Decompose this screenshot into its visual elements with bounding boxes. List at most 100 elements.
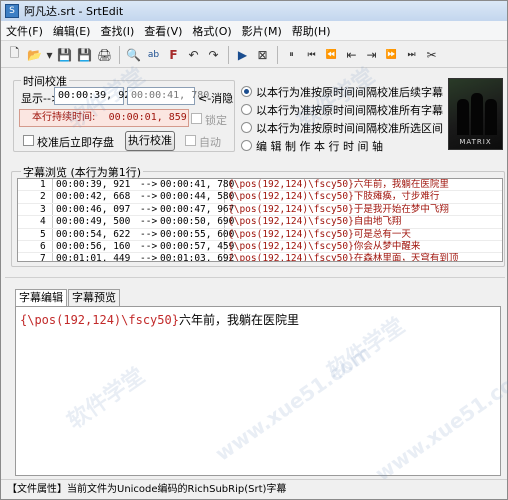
redo-icon[interactable]: ↷ <box>204 45 223 64</box>
radio-calibrate-all-label: 以本行为准按原时间间隔校准所有字幕 <box>256 104 443 117</box>
toolbar-separator <box>277 45 278 64</box>
start-time-field[interactable]: 00:00:39, 921 <box>54 87 136 105</box>
duration-value: 00:00:01, 859 <box>108 112 187 123</box>
dropdown-arrow-icon[interactable]: ▾ <box>45 45 54 64</box>
row-end-time: 00:00:57, 459 <box>160 240 235 252</box>
menu-movie[interactable]: 影片(M) <box>237 23 287 39</box>
row-number: 6 <box>40 240 46 252</box>
radio-calibrate-following-label: 以本行为准按原时间间隔校准后续字幕 <box>256 86 443 99</box>
save-as-icon[interactable]: 💾 <box>75 45 94 64</box>
subtitle-row[interactable]: 5 00:00:54, 622 --> 00:00:55, 600 {\pos(… <box>18 229 502 241</box>
fast-forward-icon[interactable]: ⏩ <box>382 45 401 64</box>
to-end-icon[interactable]: ⏭ <box>402 45 421 64</box>
row-number: 7 <box>40 253 46 262</box>
editor-tabs: 字幕编辑 字幕预览 <box>15 289 121 307</box>
to-start-icon[interactable]: ⏮ <box>302 45 321 64</box>
app-icon: S <box>5 4 19 18</box>
subtitle-row[interactable]: 7 00:01:01, 449 --> 00:01:03, 692 {\pos(… <box>18 253 502 262</box>
step-back-icon[interactable]: ⇤ <box>342 45 361 64</box>
row-number: 3 <box>40 203 46 215</box>
subtitle-row[interactable]: 2 00:00:42, 668 --> 00:00:44, 580 {\pos(… <box>18 191 502 204</box>
row-arrow: --> <box>140 253 158 262</box>
undo-icon[interactable]: ↶ <box>184 45 203 64</box>
subtitle-row[interactable]: 3 00:00:46, 097 --> 00:00:47, 967 {\pos(… <box>18 203 502 217</box>
menu-view[interactable]: 查看(V) <box>139 23 187 39</box>
splitter[interactable] <box>5 277 505 281</box>
row-start-time: 00:00:49, 500 <box>56 216 131 228</box>
duration-label: 本行持续时间: <box>32 112 96 123</box>
radio-calibrate-selection-label: 以本行为准按原时间间隔校准所选区间 <box>256 122 443 135</box>
menu-format[interactable]: 格式(O) <box>187 23 236 39</box>
row-arrow: --> <box>140 179 158 190</box>
menu-help[interactable]: 帮助(H) <box>287 23 336 39</box>
row-end-time: 00:00:50, 690 <box>160 216 235 228</box>
row-arrow: --> <box>140 191 158 203</box>
step-forward-icon[interactable]: ⇥ <box>362 45 381 64</box>
row-start-time: 00:00:46, 097 <box>56 203 131 215</box>
save-icon[interactable]: 💾 <box>55 45 74 64</box>
row-number: 1 <box>40 179 46 190</box>
frame-icon[interactable]: ⊠ <box>253 45 272 64</box>
menu-bar: 文件(F) 编辑(E) 查找(I) 查看(V) 格式(O) 影片(M) 帮助(H… <box>1 21 507 41</box>
subtitle-editor[interactable]: {\pos(192,124)\fscy50}六年前，我躺在医院里 <box>15 306 501 476</box>
status-bar: 【文件属性】当前文件为Unicode编码的RichSubRip(Srt)字幕 <box>1 479 507 499</box>
pause-icon[interactable]: ⏸ <box>282 45 301 64</box>
row-arrow: --> <box>140 228 158 240</box>
lock-checkbox[interactable] <box>191 113 202 124</box>
poster-figure <box>471 93 483 135</box>
row-arrow: --> <box>140 203 158 215</box>
end-time-field[interactable]: 00:00:41, 780 <box>127 87 209 105</box>
find-icon[interactable]: 🔍 <box>124 45 143 64</box>
radio-calibrate-following[interactable] <box>241 86 252 97</box>
row-text: {\pos(192,124)\fscy50}自由地飞翔 <box>228 216 402 228</box>
rewind-icon[interactable]: ⏪ <box>322 45 341 64</box>
toolbar-separator <box>228 45 229 64</box>
cancel-label[interactable]: <-消隐 <box>198 90 233 106</box>
radio-calibrate-selection[interactable] <box>241 122 252 133</box>
lock-label: 锁定 <box>205 114 227 127</box>
row-end-time: 00:00:47, 967 <box>160 203 235 215</box>
tab-subtitle-edit[interactable]: 字幕编辑 <box>15 289 67 307</box>
row-number: 5 <box>40 228 46 240</box>
subtitle-row[interactable]: 1 00:00:39, 921 --> 00:00:41, 780 {\pos(… <box>18 179 502 192</box>
row-start-time: 00:00:54, 622 <box>56 228 131 240</box>
radio-edit-timeline[interactable] <box>241 140 252 151</box>
subtitle-row[interactable]: 4 00:00:49, 500 --> 00:00:50, 690 {\pos(… <box>18 216 502 229</box>
auto-checkbox[interactable] <box>185 135 196 146</box>
row-end-time: 00:00:44, 580 <box>160 191 235 203</box>
toolbar: 🗋 📂 ▾ 💾 💾 🖨 🔍 ab F ↶ ↷ ▶ ⊠ ⏸ ⏮ ⏪ ⇤ ⇥ ⏩ ⏭… <box>1 42 507 68</box>
font-icon[interactable]: F <box>164 45 183 64</box>
tab-subtitle-preview[interactable]: 字幕预览 <box>68 289 120 306</box>
play-icon[interactable]: ▶ <box>233 45 252 64</box>
execute-calibration-button[interactable]: 执行校准 <box>125 131 175 151</box>
row-start-time: 00:00:39, 921 <box>56 179 131 190</box>
menu-edit[interactable]: 编辑(E) <box>48 23 96 39</box>
subtitle-row[interactable]: 6 00:00:56, 160 --> 00:00:57, 459 {\pos(… <box>18 240 502 254</box>
row-start-time: 00:01:01, 449 <box>56 253 131 262</box>
row-end-time: 00:01:03, 692 <box>160 253 235 262</box>
menu-find[interactable]: 查找(I) <box>95 23 139 39</box>
row-number: 2 <box>40 191 46 203</box>
radio-edit-timeline-label: 编 辑 制 作 本 行 时 间 轴 <box>256 140 383 153</box>
row-arrow: --> <box>140 216 158 228</box>
row-text: {\pos(192,124)\fscy50}在森林里面，天穹有到顶 <box>228 253 459 262</box>
print-icon[interactable]: 🖨 <box>95 45 114 64</box>
subtitle-list[interactable]: 1 00:00:39, 921 --> 00:00:41, 780 {\pos(… <box>17 178 503 262</box>
movie-poster: MATRIX <box>448 78 503 150</box>
open-folder-icon[interactable]: 📂 <box>25 45 44 64</box>
auto-label: 自动 <box>199 136 221 149</box>
window-title: 阿凡达.srt - SrtEdit <box>24 5 124 18</box>
save-after-calibrate-checkbox[interactable] <box>23 135 34 146</box>
menu-file[interactable]: 文件(F) <box>1 23 48 39</box>
replace-icon[interactable]: ab <box>144 45 163 64</box>
duration-box: 本行持续时间: 00:00:01, 859 <box>19 109 189 127</box>
save-after-calibrate-label: 校准后立即存盘 <box>37 136 114 149</box>
row-arrow: --> <box>140 240 158 252</box>
row-end-time: 00:00:55, 600 <box>160 228 235 240</box>
poster-figure <box>457 99 469 135</box>
row-text: {\pos(192,124)\fscy50}下肢瘫痪，寸步难行 <box>228 191 440 203</box>
radio-calibrate-all[interactable] <box>241 104 252 115</box>
scissor-icon[interactable]: ✂ <box>422 45 441 64</box>
editor-text: 六年前，我躺在医院里 <box>178 313 299 327</box>
new-file-icon[interactable]: 🗋 <box>5 45 24 64</box>
